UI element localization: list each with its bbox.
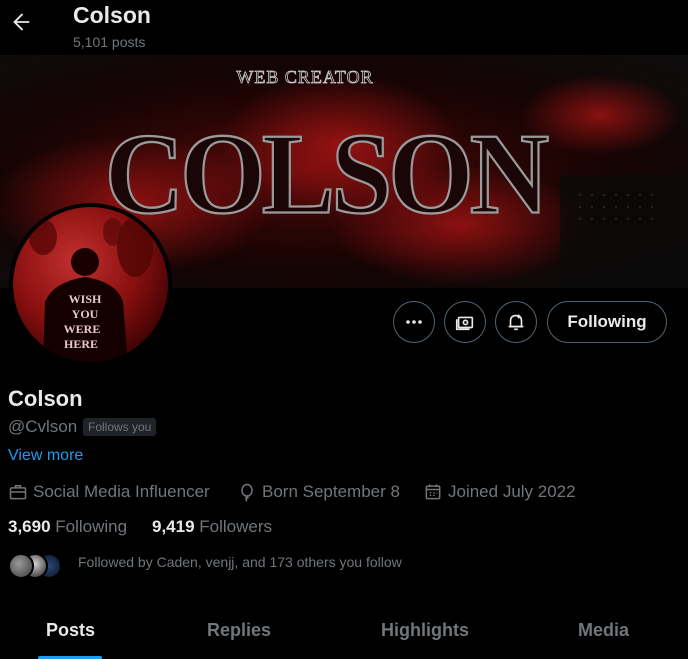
profile-tabs: Posts Replies Highlights Media	[0, 605, 688, 659]
shirt-text-3: WERE	[64, 322, 101, 336]
avatar	[8, 553, 34, 579]
avatar-image: WISH YOU WERE HERE	[13, 207, 168, 362]
profile-joined: Joined July 2022	[423, 481, 576, 503]
follows-you-badge: Follows you	[83, 418, 157, 436]
ellipsis-icon	[406, 320, 422, 324]
mutual-followers-avatars[interactable]	[8, 553, 68, 581]
notifications-button[interactable]	[495, 301, 537, 343]
shirt-text-2: YOU	[72, 307, 99, 321]
profile-handle: @Cvlson	[8, 417, 78, 436]
balloon-icon	[241, 483, 253, 502]
followed-by-text[interactable]: Followed by Caden, venjj, and 173 others…	[78, 554, 402, 570]
back-button[interactable]	[6, 7, 36, 37]
followers-label: Followers	[199, 517, 273, 536]
followers-count: 9,419	[152, 517, 195, 536]
arrow-left-icon	[13, 13, 30, 31]
profile-name: Colson	[8, 386, 83, 411]
category-text: Social Media Influencer	[33, 482, 210, 501]
shirt-text-1: WISH	[69, 292, 102, 306]
following-label: Following	[55, 517, 128, 536]
subscribe-button[interactable]	[444, 301, 486, 343]
profile-avatar[interactable]: WISH YOU WERE HERE	[9, 203, 172, 366]
page-title: Colson	[73, 2, 151, 28]
tab-highlights[interactable]: Highlights	[381, 620, 469, 641]
shirt-text-4: HERE	[64, 337, 98, 351]
bell-icon	[508, 314, 524, 331]
top-bar: Colson 5,101 posts	[0, 0, 688, 55]
tab-media[interactable]: Media	[578, 620, 629, 641]
profile-birthday: Born September 8	[237, 481, 400, 503]
banner-title: COLSON	[105, 111, 548, 238]
joined-text: Joined July 2022	[448, 482, 576, 501]
following-count: 3,690	[8, 517, 51, 536]
posts-count: 5,101 posts	[73, 34, 146, 50]
banner-subtitle: WEB CREATOR	[236, 67, 373, 87]
followers-stat[interactable]: 9,419 Followers	[152, 517, 272, 537]
more-options-button[interactable]	[393, 301, 435, 343]
profile-category: Social Media Influencer	[8, 481, 210, 503]
money-icon	[455, 316, 474, 331]
view-more-link[interactable]: View more	[8, 447, 83, 465]
following-stat[interactable]: 3,690 Following	[8, 517, 127, 537]
tab-replies[interactable]: Replies	[207, 620, 271, 641]
tab-posts[interactable]: Posts	[46, 620, 95, 641]
briefcase-icon	[9, 485, 27, 500]
birthday-text: Born September 8	[262, 482, 400, 501]
following-button[interactable]: Following	[547, 301, 667, 343]
calendar-icon	[425, 484, 441, 500]
